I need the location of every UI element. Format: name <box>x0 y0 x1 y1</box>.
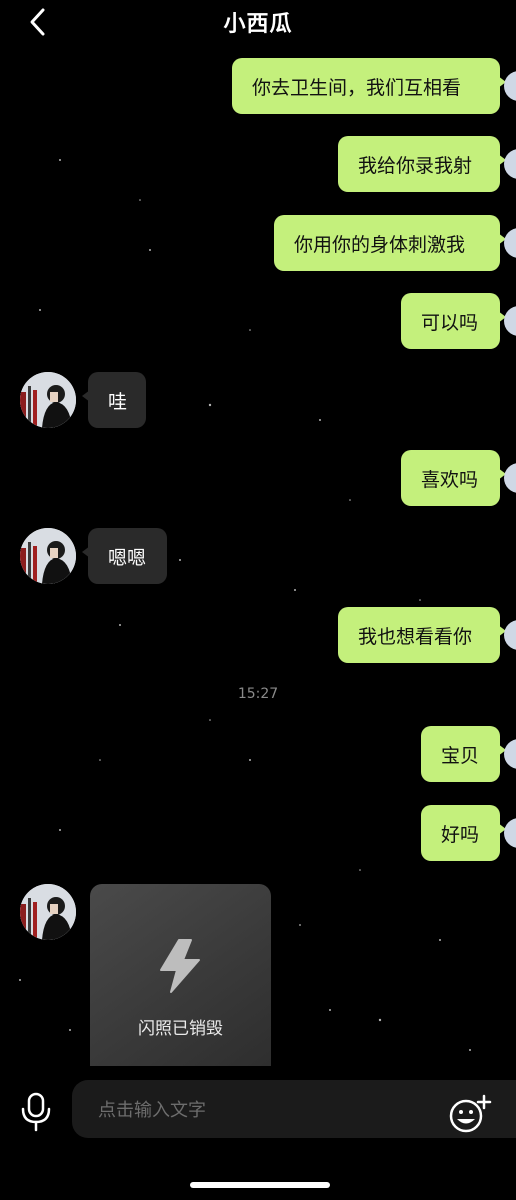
message-text-input[interactable] <box>96 1080 440 1140</box>
home-indicator[interactable] <box>190 1182 330 1188</box>
sent-message-bubble[interactable]: 我也想看看你 <box>338 607 506 663</box>
chat-header: 小西瓜 <box>0 0 516 44</box>
message-row-sent: 我也想看看你 <box>0 607 516 665</box>
message-row-sent: 可以吗 <box>0 293 516 351</box>
emoji-add-icon <box>449 1094 492 1133</box>
flash-destroyed-label: 闪照已销毁 <box>138 1019 223 1039</box>
sent-message-bubble[interactable]: 可以吗 <box>401 293 506 349</box>
contact-photo <box>20 884 76 940</box>
sent-message-bubble[interactable]: 我给你录我射 <box>338 136 506 192</box>
message-row-sent: 喜欢吗 <box>0 450 516 508</box>
sent-message-bubble[interactable]: 好吗 <box>421 805 506 861</box>
received-message-bubble[interactable]: 哇 <box>82 372 146 428</box>
contact-avatar[interactable] <box>20 884 76 940</box>
lightning-icon <box>160 939 200 993</box>
chat-title: 小西瓜 <box>223 12 293 37</box>
voice-input-button[interactable] <box>18 1092 54 1132</box>
message-row-sent: 宝贝 <box>0 726 516 784</box>
sent-message-bubble[interactable]: 喜欢吗 <box>401 450 506 506</box>
microphone-icon <box>21 1092 51 1132</box>
message-row-sent: 我给你录我射 <box>0 136 516 194</box>
sent-message-bubble[interactable]: 你去卫生间，我们互相看 <box>232 58 506 114</box>
contact-avatar[interactable] <box>20 528 76 584</box>
contact-avatar[interactable] <box>20 372 76 428</box>
message-timestamp: 15:27 <box>237 686 279 702</box>
message-row-sent: 你去卫生间，我们互相看 <box>0 58 516 116</box>
flash-photo-message[interactable]: 闪照已销毁 <box>90 884 271 1066</box>
message-row-sent: 好吗 <box>0 805 516 863</box>
sent-message-bubble[interactable]: 宝贝 <box>421 726 506 782</box>
message-row-received: 嗯嗯 <box>0 528 516 586</box>
received-message-bubble[interactable]: 嗯嗯 <box>82 528 167 584</box>
sent-message-bubble[interactable]: 你用你的身体刺激我 <box>274 215 506 271</box>
message-composer <box>0 1070 516 1150</box>
message-row-sent: 你用你的身体刺激我 <box>0 215 516 273</box>
emoji-button[interactable] <box>448 1094 492 1134</box>
contact-photo <box>20 372 76 428</box>
contact-photo <box>20 528 76 584</box>
message-row-received: 哇 <box>0 372 516 430</box>
